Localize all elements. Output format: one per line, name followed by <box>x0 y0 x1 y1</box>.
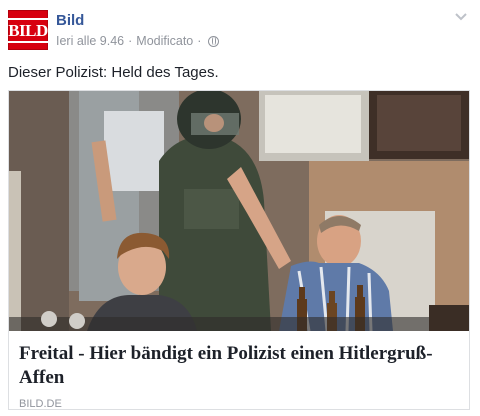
page-name-link[interactable]: Bild <box>56 12 84 29</box>
meta-separator: · <box>197 34 202 48</box>
meta-separator: · <box>128 34 133 48</box>
link-title[interactable]: Freital - Hier bändigt ein Polizist eine… <box>19 342 459 390</box>
link-domain: BILD.DE <box>19 398 62 410</box>
news-photo <box>9 91 469 331</box>
link-preview-image[interactable] <box>9 91 469 331</box>
edited-label[interactable]: Modificato <box>136 34 193 48</box>
bild-logo: BILD <box>5 17 51 43</box>
post-timestamp[interactable]: Ieri alle 9.46 <box>56 34 124 48</box>
page-avatar[interactable]: BILD <box>5 10 51 50</box>
link-preview-card[interactable]: Freital - Hier bändigt ein Polizist eine… <box>8 90 470 410</box>
post-message: Dieser Polizist: Held des Tages. <box>8 64 219 81</box>
chevron-down-icon[interactable] <box>454 12 468 22</box>
facebook-post: BILD Bild Ieri alle 9.46 · Modificato · … <box>0 0 480 416</box>
globe-icon[interactable] <box>208 35 220 47</box>
post-meta: Ieri alle 9.46 · Modificato · <box>56 34 220 48</box>
